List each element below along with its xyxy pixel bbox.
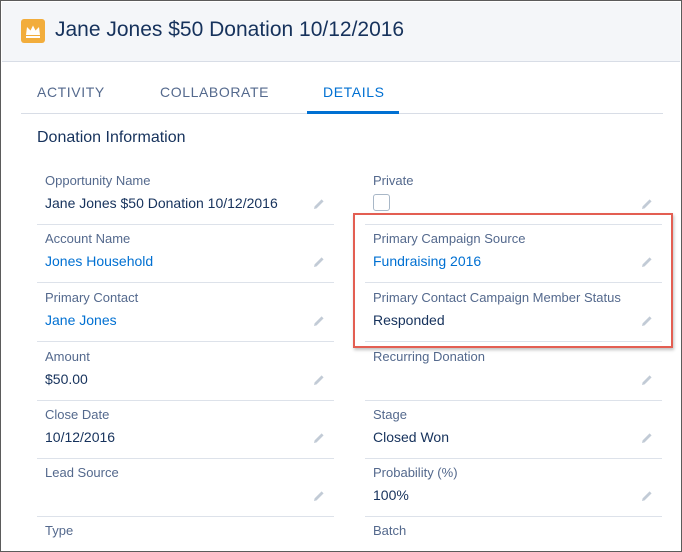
field-close-date: Close Date 10/12/2016: [37, 400, 334, 459]
crown-icon: [21, 19, 45, 43]
edit-pencil-icon[interactable]: [640, 489, 654, 503]
field-recurring-donation: Recurring Donation: [365, 342, 662, 401]
field-primary-campaign-source: Primary Campaign Source Fundraising 2016: [365, 224, 662, 283]
field-value: 10/12/2016: [45, 429, 116, 445]
field-value: Jane Jones $50 Donation 10/12/2016: [45, 195, 278, 211]
primary-campaign-source-link[interactable]: Fundraising 2016: [373, 253, 481, 269]
field-value: Responded: [373, 312, 445, 328]
field-label: Recurring Donation: [373, 349, 486, 364]
field-label: Probability (%): [373, 465, 458, 480]
field-label: Primary Contact: [45, 290, 139, 305]
field-lead-source: Lead Source: [37, 458, 334, 517]
field-label: Primary Campaign Source: [373, 231, 526, 246]
field-type: Type: [37, 516, 334, 551]
record-title: Jane Jones $50 Donation 10/12/2016: [55, 18, 405, 41]
edit-pencil-icon[interactable]: [312, 431, 326, 445]
tab-activity[interactable]: ACTIVITY: [37, 84, 105, 100]
edit-pencil-icon[interactable]: [640, 314, 654, 328]
record-page: Jane Jones $50 Donation 10/12/2016 ACTIV…: [0, 0, 682, 552]
account-name-link[interactable]: Jones Household: [45, 253, 153, 269]
field-label: Amount: [45, 349, 90, 364]
section-title: Donation Information: [37, 129, 186, 146]
edit-pencil-icon[interactable]: [640, 197, 654, 211]
field-label: Account Name: [45, 231, 131, 246]
field-label: Type: [45, 523, 74, 538]
tab-bar: ACTIVITY COLLABORATE DETAILS: [21, 62, 663, 114]
edit-pencil-icon[interactable]: [312, 255, 326, 269]
field-opportunity-name: Opportunity Name Jane Jones $50 Donation…: [37, 166, 334, 225]
edit-pencil-icon[interactable]: [312, 197, 326, 211]
field-label: Stage: [373, 407, 407, 422]
field-stage: Stage Closed Won: [365, 400, 662, 459]
field-value: 100%: [373, 487, 409, 503]
field-value: $50.00: [45, 371, 88, 387]
field-probability: Probability (%) 100%: [365, 458, 662, 517]
edit-pencil-icon[interactable]: [312, 314, 326, 328]
field-label: Private: [373, 173, 414, 188]
tab-collaborate[interactable]: COLLABORATE: [160, 84, 269, 100]
edit-pencil-icon[interactable]: [312, 373, 326, 387]
record-header: Jane Jones $50 Donation 10/12/2016: [2, 2, 680, 62]
field-batch: Batch: [365, 516, 662, 551]
field-primary-contact: Primary Contact Jane Jones: [37, 283, 334, 342]
edit-pencil-icon[interactable]: [312, 489, 326, 503]
field-label: Opportunity Name: [45, 173, 151, 188]
edit-pencil-icon[interactable]: [640, 255, 654, 269]
private-checkbox[interactable]: [373, 194, 390, 211]
field-account-name: Account Name Jones Household: [37, 224, 334, 283]
field-label: Lead Source: [45, 465, 119, 480]
tab-details[interactable]: DETAILS: [323, 84, 385, 100]
field-label: Close Date: [45, 407, 110, 422]
field-primary-contact-campaign-member-status: Primary Contact Campaign Member Status R…: [365, 283, 662, 342]
active-tab-indicator: [307, 111, 399, 114]
field-label: Batch: [373, 523, 407, 538]
field-amount: Amount $50.00: [37, 342, 334, 401]
field-label: Primary Contact Campaign Member Status: [373, 290, 621, 305]
field-value: Closed Won: [373, 429, 450, 445]
primary-contact-link[interactable]: Jane Jones: [45, 312, 117, 328]
edit-pencil-icon[interactable]: [640, 431, 654, 445]
field-private: Private: [365, 166, 662, 225]
edit-pencil-icon[interactable]: [640, 373, 654, 387]
